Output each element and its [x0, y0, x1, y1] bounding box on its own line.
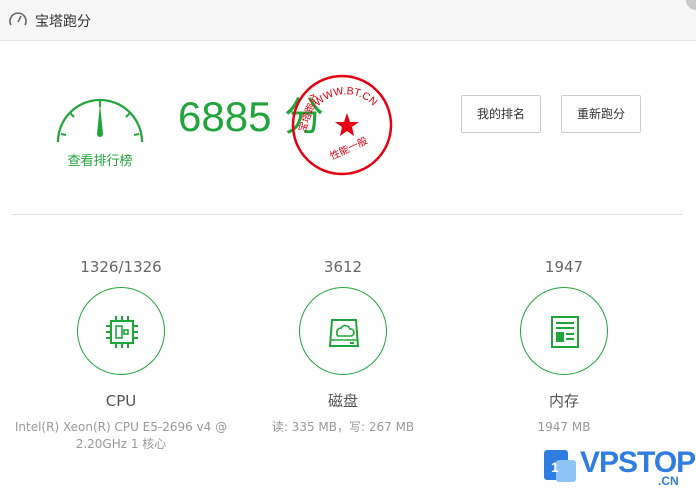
memory-detail: 1947 MB	[537, 420, 591, 434]
disk-icon	[328, 319, 360, 347]
cpu-label: CPU	[105, 392, 137, 410]
memory-icon	[551, 316, 579, 348]
close-button[interactable]	[686, 0, 696, 10]
seal-left-text: 宝塔跑分	[295, 92, 321, 134]
cpu-circle	[77, 287, 165, 375]
memory-score: 1947	[544, 258, 584, 276]
seal-level: 性能一般	[328, 134, 370, 163]
memory-circle	[520, 287, 608, 375]
cpu-detail: Intel(R) Xeon(R) CPU E5-2696 v4 @ 2.20GH…	[14, 420, 228, 451]
window-title: 宝塔跑分	[35, 14, 91, 30]
seal-stamp: WWW.BT.CN 宝塔跑分 性能一般	[291, 74, 393, 176]
vpstop-watermark: 1 VPSTOP .CN	[540, 444, 696, 488]
disk-score: 3612	[323, 258, 363, 276]
memory-label: 内存	[548, 392, 579, 410]
my-rank-button[interactable]: 我的排名	[461, 95, 541, 133]
leaderboard-link[interactable]: 查看排行榜	[52, 150, 148, 169]
score-value: 6885	[178, 93, 272, 140]
title-bar: 宝塔跑分	[0, 0, 696, 41]
cpu-score: 1326/1326	[80, 258, 162, 276]
metric-cpu: 1326/1326 CPU Intel(R) Xeon(R) CPU E5-26…	[11, 256, 231, 453]
divider	[12, 214, 682, 215]
metric-memory: 1947 内存 1947 MB	[454, 256, 674, 436]
svg-text:1: 1	[551, 459, 559, 475]
cpu-icon	[106, 316, 138, 348]
svg-text:WWW.BT.CN: WWW.BT.CN	[312, 85, 380, 109]
gauge-icon	[56, 98, 144, 143]
disk-circle	[299, 287, 387, 375]
speedometer-icon	[9, 12, 27, 26]
retest-button[interactable]: 重新跑分	[561, 95, 641, 133]
vpstop-logo-icon: 1	[544, 450, 576, 482]
metric-disk: 3612 磁盘 读: 335 MB，写: 267 MB	[233, 256, 453, 436]
leaderboard-gauge[interactable]: 查看排行榜	[52, 90, 148, 170]
seal-url: WWW.BT.CN	[312, 85, 380, 109]
disk-detail: 读: 335 MB，写: 267 MB	[271, 420, 415, 434]
disk-label: 磁盘	[327, 392, 358, 410]
watermark-sub: .CN	[658, 474, 679, 488]
